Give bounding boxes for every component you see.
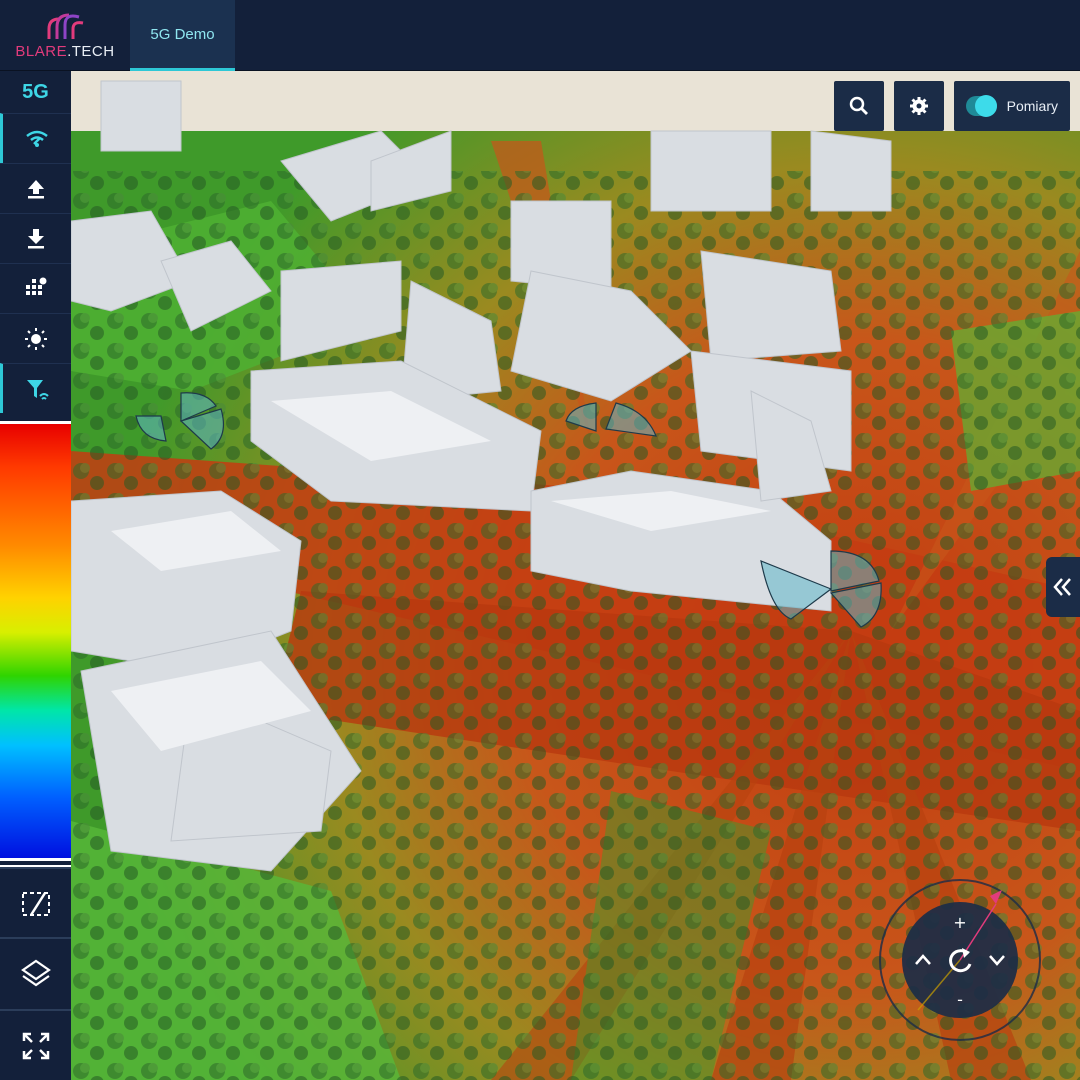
measurements-label: Pomiary [1006, 98, 1058, 114]
layers-icon [20, 959, 51, 987]
brand-name-part2: .TECH [67, 43, 115, 60]
signal-strength-legend [0, 421, 71, 861]
sidebar-item-upload[interactable] [0, 163, 71, 213]
sidebar-item-antenna[interactable] [0, 363, 71, 413]
grid-dots-icon [25, 277, 46, 295]
sidebar-item-download[interactable] [0, 213, 71, 263]
layers-button[interactable] [0, 937, 71, 1009]
measurements-toggle[interactable]: Pomiary [954, 81, 1070, 131]
fullscreen-button[interactable] [0, 1009, 71, 1080]
brand-logo[interactable]: BLARE.TECH [0, 0, 130, 71]
measure-diagonal-icon [21, 892, 50, 916]
double-chevron-left-icon [1053, 578, 1071, 596]
sidebar-item-brightness[interactable] [0, 313, 71, 363]
download-icon [27, 228, 44, 248]
sidebar-item-grid-settings[interactable] [0, 263, 71, 313]
navigation-compass[interactable]: + - [878, 878, 1042, 1042]
switch-knob [974, 95, 997, 117]
brand-mark-icon [47, 13, 84, 39]
gear-icon [910, 97, 928, 115]
brand-name-part1: BLARE [15, 43, 68, 60]
measure-tool-button[interactable] [0, 867, 71, 939]
measurements-switch[interactable] [966, 95, 997, 117]
map-3d-view[interactable]: Pomiary + - [71, 71, 1080, 1080]
brand-name: BLARE.TECH [15, 43, 114, 60]
search-icon [849, 96, 868, 115]
antenna-icon [27, 379, 49, 400]
technology-label: 5G [22, 80, 49, 103]
left-sidebar: 5G [0, 71, 71, 1080]
settings-button[interactable] [894, 81, 944, 131]
sun-icon [24, 327, 47, 350]
wifi-signal-icon [26, 130, 48, 147]
tab-5g-demo[interactable]: 5G Demo [130, 0, 235, 71]
search-button[interactable] [834, 81, 884, 131]
top-bar: BLARE.TECH 5G Demo [0, 0, 1080, 71]
expand-panel-button[interactable] [1046, 557, 1080, 617]
upload-icon [27, 179, 44, 198]
fullscreen-icon [22, 1032, 49, 1060]
sidebar-item-signal[interactable] [0, 113, 71, 163]
zoom-out-button[interactable]: - [957, 990, 963, 1009]
zoom-in-button[interactable]: + [953, 913, 966, 932]
